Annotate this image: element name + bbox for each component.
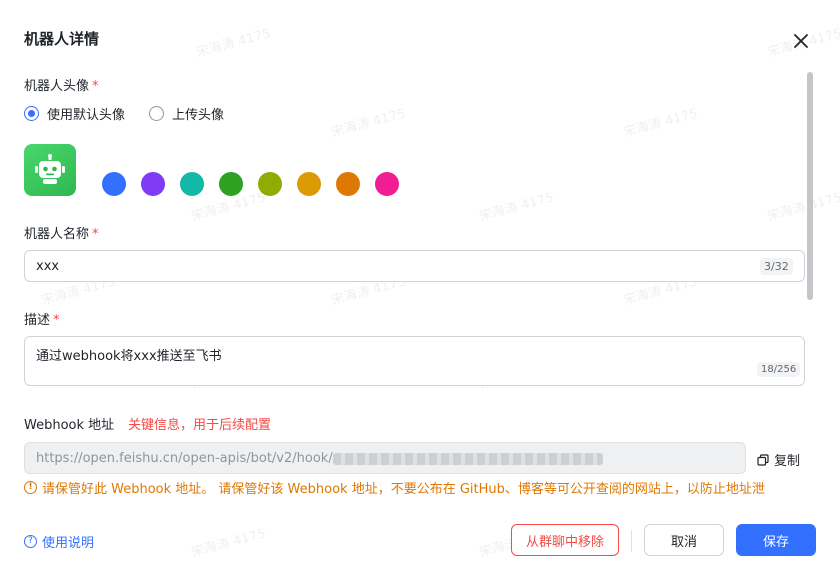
color-swatch[interactable] [102, 172, 126, 196]
robot-name-input[interactable]: xxx 3/32 [24, 250, 805, 282]
color-swatch[interactable] [336, 172, 360, 196]
watermark: 宋海涛 4175 [194, 26, 273, 61]
robot-avatar [24, 144, 76, 196]
radio-label: 使用默认头像 [47, 108, 126, 123]
watermark: 宋海涛 4175 [189, 526, 268, 561]
robot-detail-dialog: 宋海涛 4175 宋海涛 4175 宋海涛 4175 宋海涛 4175 宋海涛 … [0, 0, 840, 580]
avatar-label: 机器人头像 * [24, 79, 99, 94]
watermark: 宋海涛 4175 [621, 106, 700, 141]
watermark: 宋海涛 4175 [765, 190, 840, 225]
color-swatch[interactable] [219, 172, 243, 196]
webhook-url-field: https://open.feishu.cn/open-apis/bot/v2/… [24, 442, 746, 474]
dialog-title: 机器人详情 [24, 30, 100, 48]
help-link[interactable]: ? 使用说明 [24, 532, 94, 551]
required-mark: * [53, 313, 60, 328]
color-swatch[interactable] [180, 172, 204, 196]
webhook-hint: 关键信息，用于后续配置 [128, 418, 272, 433]
name-label: 机器人名称 * [24, 227, 99, 242]
radio-unchecked-icon [149, 106, 165, 121]
radio-default-avatar[interactable]: 使用默认头像 [24, 104, 125, 123]
webhook-url-text: https://open.feishu.cn/open-apis/bot/v2/… [36, 451, 333, 466]
input-value: xxx [36, 259, 60, 274]
webhook-label: Webhook 地址 [24, 418, 115, 433]
color-swatch[interactable] [297, 172, 321, 196]
radio-label: 上传头像 [172, 108, 225, 123]
description-textarea[interactable]: 通过webhook将xxx推送至飞书 18/256 [24, 336, 805, 386]
footer-divider [631, 530, 632, 552]
remove-from-group-button[interactable]: 从群聊中移除 [511, 524, 619, 556]
warning-icon: ! [24, 481, 37, 494]
question-icon: ? [24, 535, 37, 548]
color-swatch[interactable] [375, 172, 399, 196]
required-mark: * [92, 227, 99, 242]
close-icon [794, 34, 808, 48]
scrollbar[interactable] [807, 72, 813, 300]
cancel-button[interactable]: 取消 [644, 524, 724, 556]
color-swatch[interactable] [258, 172, 282, 196]
avatar-radio-group: 使用默认头像 上传头像 [24, 104, 248, 123]
radio-upload-avatar[interactable]: 上传头像 [149, 104, 224, 123]
char-counter: 18/256 [757, 362, 801, 377]
color-swatch[interactable] [141, 172, 165, 196]
char-counter: 3/32 [760, 258, 793, 275]
copy-icon [757, 453, 769, 466]
copy-label: 复制 [774, 454, 801, 469]
save-button[interactable]: 保存 [736, 524, 816, 556]
warning-text: 请保管好此 Webhook 地址。 请保管好该 Webhook 地址，不要公布在… [42, 482, 765, 497]
copy-button[interactable]: 复制 [757, 450, 800, 469]
radio-checked-icon [24, 106, 39, 121]
avatar-color-swatches [102, 172, 414, 196]
webhook-warning: ! 请保管好此 Webhook 地址。 请保管好该 Webhook 地址，不要公… [24, 478, 804, 497]
close-button[interactable] [790, 30, 812, 52]
required-mark: * [92, 79, 99, 94]
robot-icon [35, 154, 65, 184]
redacted-token [333, 453, 603, 465]
watermark: 宋海涛 4175 [329, 106, 408, 141]
description-label: 描述 * [24, 313, 60, 328]
textarea-value: 通过webhook将xxx推送至飞书 [36, 349, 222, 364]
watermark: 宋海涛 4175 [477, 190, 556, 225]
help-label: 使用说明 [42, 536, 95, 551]
